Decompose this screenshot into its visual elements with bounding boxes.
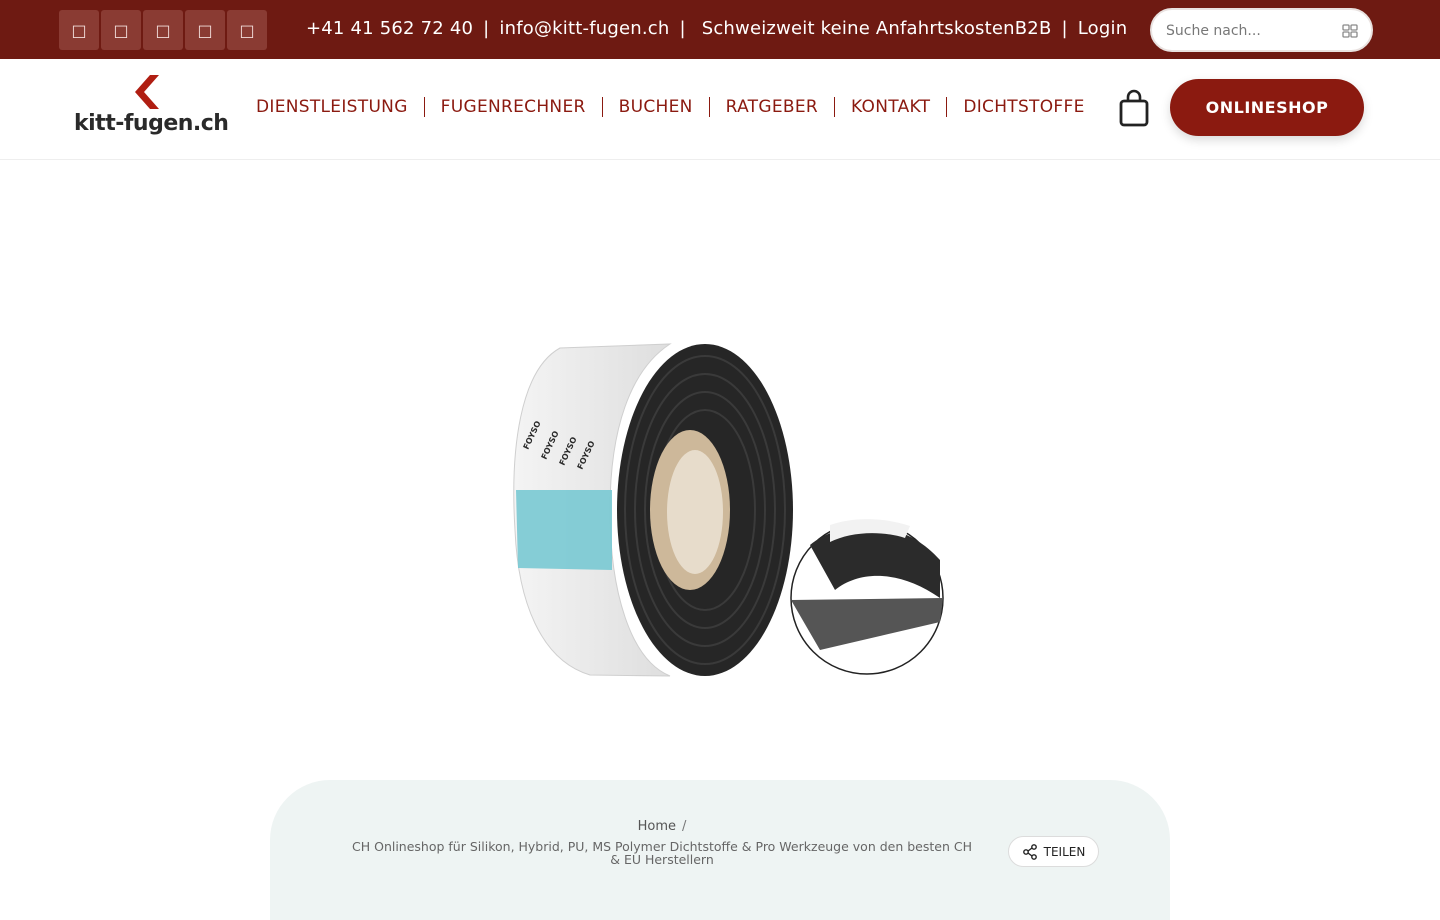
email-link[interactable]: info@kitt-fugen.ch xyxy=(499,18,669,39)
share-icon xyxy=(1022,843,1037,860)
linkedin-icon[interactable]: □ xyxy=(143,10,183,50)
nav-item-dienstleistung[interactable]: DIENSTLEISTUNG xyxy=(256,97,408,117)
share-button[interactable]: TEILEN xyxy=(1008,836,1099,867)
nav-divider xyxy=(946,97,948,117)
main-header: kitt-fugen.ch DIENSTLEISTUNG FUGENRECHNE… xyxy=(0,59,1440,160)
logo-wordmark: kitt-fugen.ch xyxy=(74,111,229,136)
breadcrumb: Home / xyxy=(270,819,1054,834)
breadcrumb-card: Home / CH Onlineshop für Silikon, Hybrid,… xyxy=(270,780,1170,920)
breadcrumb-separator: / xyxy=(682,819,687,834)
top-bar: □ □ □ □ □ +41 41 562 72 40 | info@kitt-fug… xyxy=(0,0,1440,59)
onlineshop-button[interactable]: ONLINESHOP xyxy=(1170,79,1364,136)
facebook-icon[interactable]: □ xyxy=(59,10,99,50)
product-image-tape-roll: FOYSO FOYSO FOYSO FOYSO xyxy=(513,343,944,677)
shipping-notice: Schweizweit keine Anfahrtskosten xyxy=(701,18,1015,39)
phone-link[interactable]: +41 41 562 72 40 xyxy=(306,18,473,39)
nav-item-buchen[interactable]: BUCHEN xyxy=(619,97,693,117)
shopping-bag-icon[interactable] xyxy=(1118,89,1150,127)
nav-item-kontakt[interactable]: KONTAKT xyxy=(851,97,930,117)
separator: | xyxy=(1061,18,1068,39)
nav-item-ratgeber[interactable]: RATGEBER xyxy=(726,97,818,117)
instagram-icon[interactable]: □ xyxy=(101,10,141,50)
b2b-link[interactable]: B2B xyxy=(1015,18,1052,39)
nav-item-fugenrechner[interactable]: FUGENRECHNER xyxy=(441,97,586,117)
separator: | xyxy=(483,18,490,39)
nav-divider xyxy=(423,97,425,117)
youtube-icon[interactable]: □ xyxy=(185,10,225,50)
page-tagline: CH Onlineshop für Silikon, Hybrid, PU, M… xyxy=(352,839,972,867)
nav-divider xyxy=(708,97,710,117)
site-logo[interactable]: kitt-fugen.ch xyxy=(74,75,229,141)
nav-item-dichtstoffe[interactable]: DICHTSTOFFE xyxy=(963,97,1084,117)
share-label: TEILEN xyxy=(1043,844,1086,859)
nav-divider xyxy=(834,97,835,117)
main-nav: DIENSTLEISTUNG FUGENRECHNER BUCHEN RATGE… xyxy=(256,97,1085,117)
nav-divider xyxy=(601,97,603,117)
logo-chevron-icon xyxy=(135,75,159,109)
separator: | xyxy=(679,18,686,39)
whatsapp-icon[interactable]: □ xyxy=(227,10,267,50)
login-link[interactable]: Login xyxy=(1078,18,1128,39)
contact-info: +41 41 562 72 40 | info@kitt-fugen.ch | Sch… xyxy=(306,18,1127,39)
search-box xyxy=(1150,8,1373,52)
search-input[interactable] xyxy=(1166,20,1336,42)
grid-search-icon[interactable] xyxy=(1342,24,1358,38)
breadcrumb-home-link[interactable]: Home xyxy=(638,819,676,834)
